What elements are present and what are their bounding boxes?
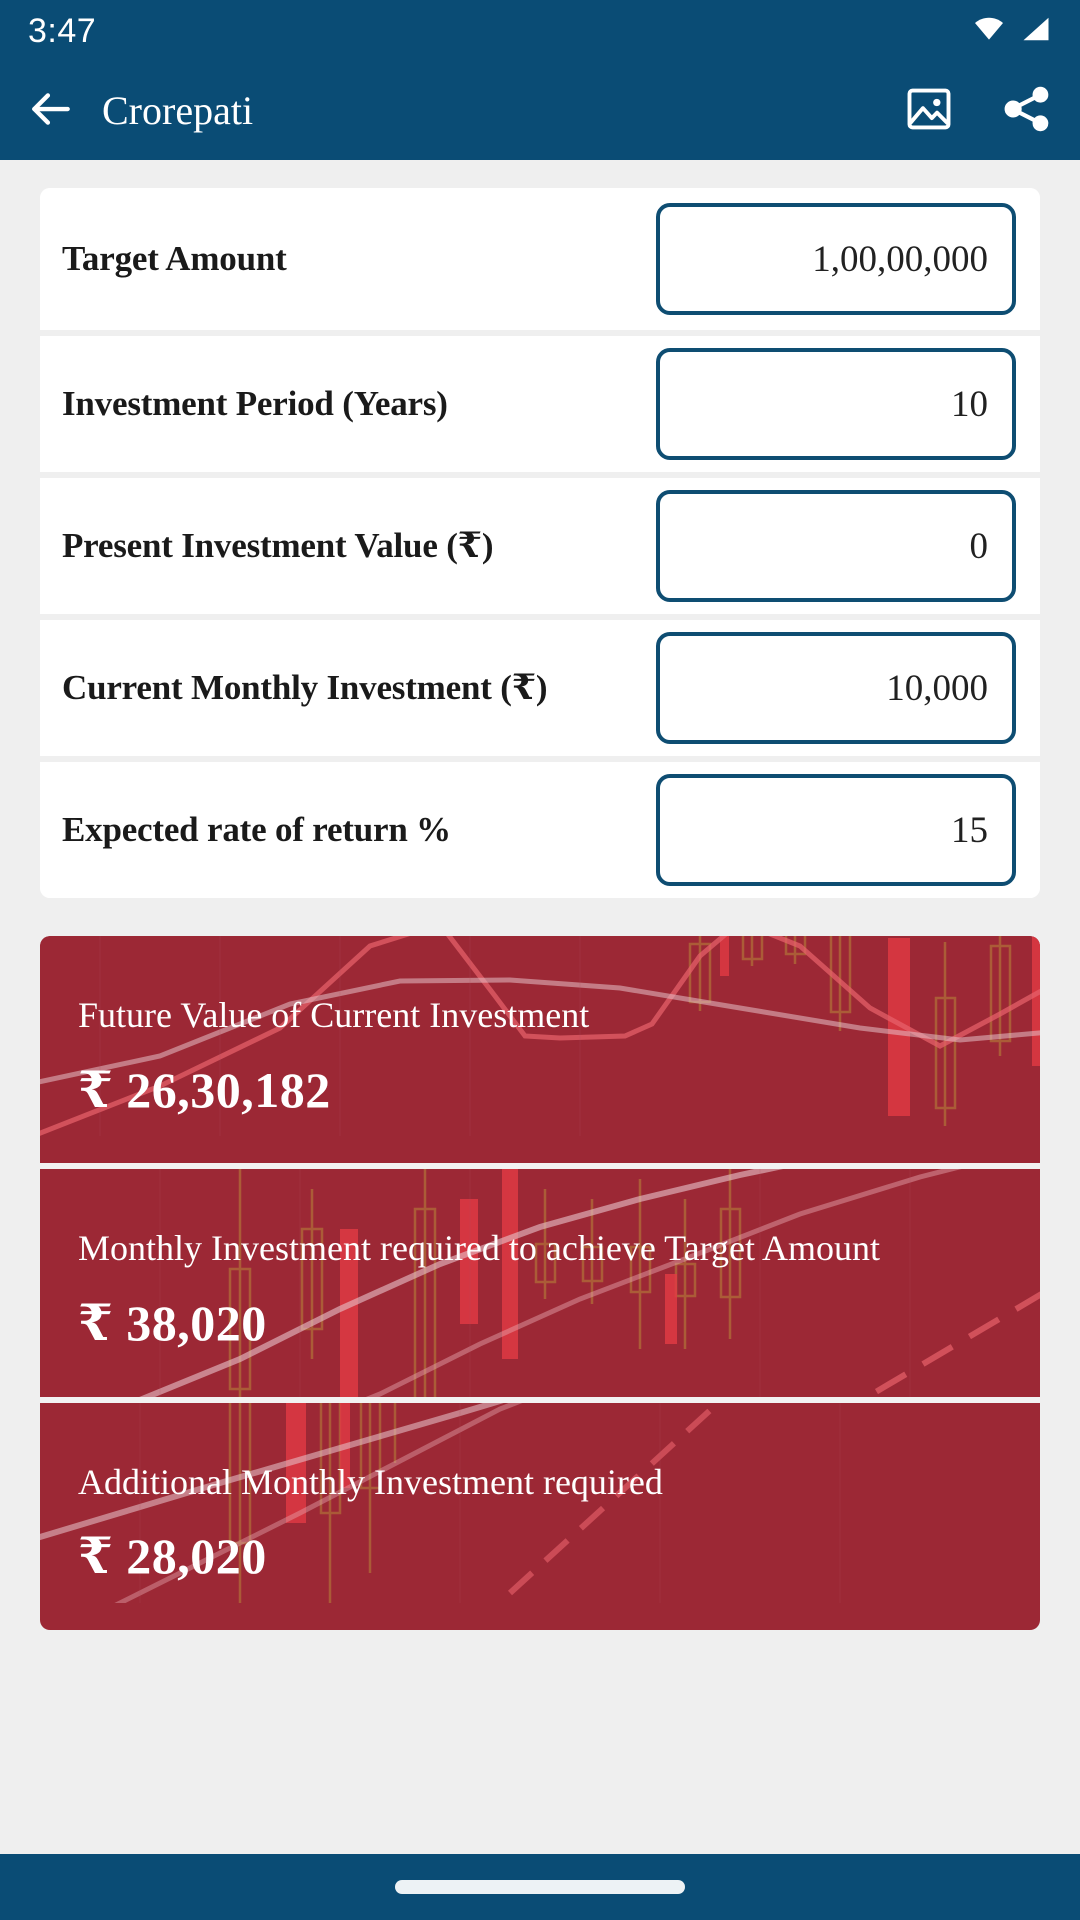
label-present-investment-value: Present Investment Value (₹) (62, 525, 494, 565)
result-value-additional-monthly-investment: ₹ 28,020 (78, 1528, 267, 1585)
arrow-left-icon (26, 84, 76, 139)
wifi-icon (972, 14, 1006, 49)
form-row-present-investment-value: Present Investment Value (₹) (40, 472, 1040, 614)
app-screen: 3:47 Crorepati Target Amount 1,00,00,000… (0, 0, 1080, 1920)
share-icon (1001, 83, 1053, 140)
status-bar-clock: 3:47 (28, 12, 97, 50)
label-current-monthly-investment: Current Monthly Investment (₹) (62, 667, 548, 707)
app-bar: Crorepati (0, 62, 1080, 160)
scroll-content[interactable]: Target Amount Investment Period (Years) … (0, 160, 1080, 1854)
label-investment-period: Investment Period (Years) (62, 383, 448, 423)
result-title-future-value: Future Value of Current Investment (78, 995, 590, 1035)
input-investment-period[interactable] (656, 348, 1016, 460)
share-button[interactable] (1000, 84, 1054, 138)
input-current-monthly-investment[interactable] (656, 632, 1016, 744)
page-title: Crorepati (102, 88, 254, 133)
result-title-monthly-investment-required: Monthly Investment required to achieve T… (78, 1228, 880, 1269)
status-bar: 3:47 (0, 0, 1080, 62)
result-value-monthly-investment-required: ₹ 38,020 (78, 1295, 267, 1352)
result-card-future-value: Future Value of Current Investment ₹ 26,… (40, 936, 1040, 1164)
result-card-additional-monthly-investment: Additional Monthly Investment required ₹… (40, 1396, 1040, 1630)
save-image-button[interactable] (902, 84, 956, 138)
image-icon (903, 83, 955, 140)
input-present-investment-value[interactable] (656, 490, 1016, 602)
form-row-expected-rate-of-return: Expected rate of return % (40, 756, 1040, 898)
form-row-current-monthly-investment: Current Monthly Investment (₹) (40, 614, 1040, 756)
app-bar-actions (902, 84, 1054, 138)
results-section: Future Value of Current Investment ₹ 26,… (40, 936, 1040, 1630)
form-row-investment-period: Investment Period (Years) (40, 330, 1040, 472)
result-value-future-value: ₹ 26,30,182 (78, 1061, 331, 1118)
cellular-signal-icon (1020, 14, 1052, 49)
result-card-body: Future Value of Current Investment ₹ 26,… (78, 988, 1002, 1119)
result-card-body: Monthly Investment required to achieve T… (78, 1221, 1002, 1352)
status-bar-icons (972, 14, 1052, 49)
home-indicator[interactable] (395, 1880, 685, 1894)
result-card-monthly-investment-required: Monthly Investment required to achieve T… (40, 1163, 1040, 1397)
label-target-amount: Target Amount (62, 238, 287, 278)
system-navigation-bar (0, 1854, 1080, 1920)
form-row-target-amount: Target Amount (40, 188, 1040, 330)
input-expected-rate-of-return[interactable] (656, 774, 1016, 886)
back-button[interactable] (22, 82, 80, 140)
input-form-card: Target Amount Investment Period (Years) … (40, 188, 1040, 898)
label-expected-rate-of-return: Expected rate of return % (62, 809, 451, 849)
input-target-amount[interactable] (656, 203, 1016, 315)
result-title-additional-monthly-investment: Additional Monthly Investment required (78, 1461, 663, 1502)
result-card-body: Additional Monthly Investment required ₹… (78, 1455, 1002, 1586)
